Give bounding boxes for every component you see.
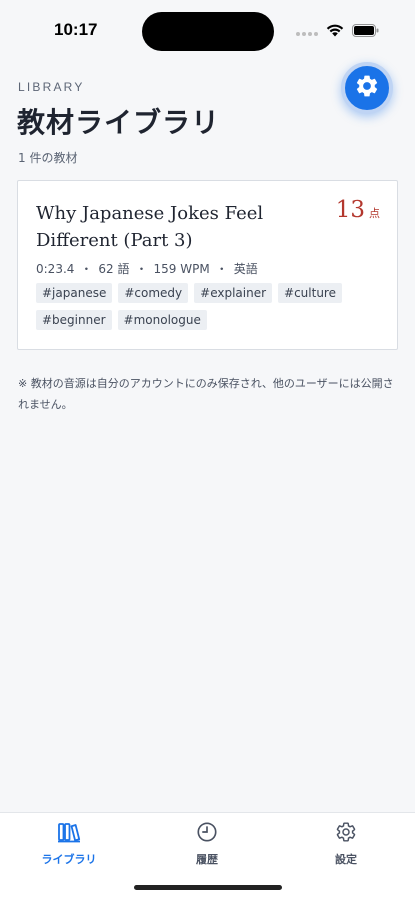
item-title: Why Japanese Jokes Feel Different (Part …	[36, 203, 264, 251]
status-icons	[296, 22, 379, 41]
tag-chip[interactable]: #monologue	[117, 310, 207, 330]
tab-history[interactable]: 履歴	[157, 821, 257, 867]
tag-chip[interactable]: #culture	[278, 283, 342, 303]
page-title: 教材ライブラリ	[17, 106, 221, 139]
item-meta: 0:23.4 ・ 62 語 ・ 159 WPM ・ 英語	[36, 260, 258, 277]
clock-icon	[195, 821, 219, 847]
section-eyebrow: LIBRARY	[18, 80, 85, 94]
settings-button[interactable]	[341, 62, 393, 114]
tag-chip[interactable]: #japanese	[36, 283, 113, 303]
wifi-icon	[326, 22, 344, 41]
separator-dot: ・	[135, 262, 148, 276]
tab-library[interactable]: ライブラリ	[19, 821, 119, 867]
status-time: 10:17	[54, 20, 98, 39]
tab-settings[interactable]: 設定	[296, 821, 396, 867]
tab-label: ライブラリ	[41, 853, 97, 866]
library-item-card[interactable]: Why Japanese Jokes Feel Different (Part …	[17, 180, 398, 350]
score-value: 13	[335, 197, 365, 223]
separator-dot: ・	[215, 262, 228, 276]
item-duration: 0:23.4	[36, 261, 75, 276]
item-language: 英語	[233, 262, 258, 276]
home-indicator	[134, 885, 282, 890]
tag-chip[interactable]: #explainer	[194, 283, 273, 303]
tag-list: #japanese #comedy #explainer #culture #b…	[36, 283, 381, 330]
gear-icon	[334, 821, 358, 847]
tag-chip[interactable]: #beginner	[36, 310, 112, 330]
status-bar: 10:17	[0, 0, 415, 58]
item-word-count: 62 語	[98, 262, 130, 276]
gear-icon	[354, 73, 380, 103]
item-count: 1 件の教材	[18, 151, 78, 165]
dynamic-island	[142, 12, 274, 51]
tab-label: 履歴	[196, 853, 218, 866]
score-badge: 13 点	[336, 197, 380, 223]
tag-chip[interactable]: #comedy	[118, 283, 189, 303]
tab-label: 設定	[335, 853, 357, 866]
signal-icon	[296, 22, 318, 41]
privacy-note: ※ 教材の音源は自分のアカウントにのみ保存され、他のユーザーには公開されません。	[18, 377, 394, 411]
library-icon	[57, 821, 81, 847]
separator-dot: ・	[80, 262, 93, 276]
item-wpm: 159 WPM	[153, 261, 210, 276]
score-unit: 点	[369, 207, 380, 220]
battery-icon	[352, 22, 379, 41]
